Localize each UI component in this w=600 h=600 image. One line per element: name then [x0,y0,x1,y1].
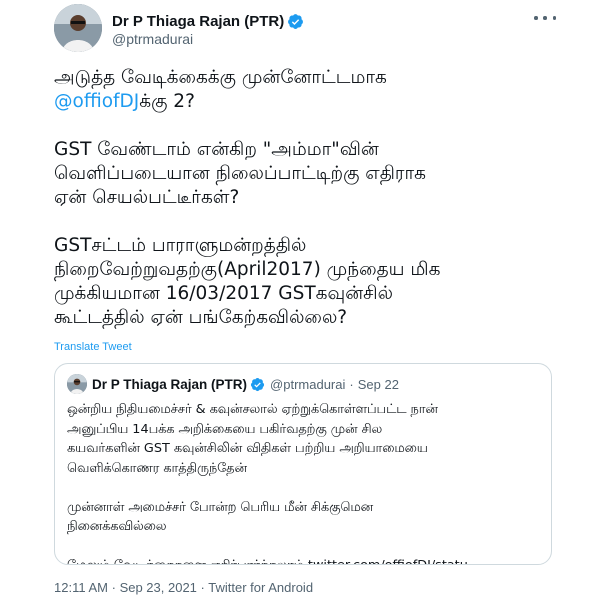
tweet-line: GSTசட்டம் பாராளுமன்றத்தில் [54,235,307,256]
tweet-time[interactable]: 12:11 AM [54,580,108,595]
tweet-line: வெளிப்படையான நிலைப்பாட்டிற்கு எதிராக [54,163,426,184]
profile-photo-icon [54,4,102,52]
author-name-line[interactable]: Dr P Thiaga Rajan (PTR) [112,11,304,31]
quoted-line: அனுப்பிய 14பக்க அறிக்கையை பகிர்வதற்கு மு… [67,421,383,437]
mention-link[interactable]: @offiofDJ [54,91,139,112]
tweet-metadata: 12:11 AM · Sep 23, 2021 · Twitter for An… [54,580,313,595]
tweet-paragraph: அடுத்த வேடிக்கைக்கு முன்னோட்டமாக @offiof… [54,66,554,114]
tweet-line: நிறைவேற்றுவதற்கு(April2017) முந்தைய மிக [54,259,441,280]
quoted-display-name: Dr P Thiaga Rajan (PTR) [92,376,248,392]
profile-photo-icon [67,374,87,394]
tweet-paragraph: GST வேண்டாம் என்கிற "அம்மா"வின் வெளிப்பட… [54,138,554,210]
tweet-paragraph: GSTசட்டம் பாராளுமன்றத்தில் நிறைவேற்றுவதற… [54,234,554,330]
tweet-mention-line: @offiofDJக்கு 2? [54,90,554,114]
meta-separator: · [111,580,116,595]
quoted-timestamp: Sep 22 [357,376,399,392]
tweet-line: அடுத்த வேடிக்கைக்கு முன்னோட்டமாக [54,67,387,88]
quoted-paragraph: ஒன்றிய நிதியமைச்சர் & கவுன்சலால் ஏற்றுக்… [67,400,543,478]
quoted-tweet-header: Dr P Thiaga Rajan (PTR) @ptrmadurai · Se… [67,374,399,394]
quoted-line: வெளிக்கொணர காத்திருந்தேன் [67,460,247,476]
mention-suffix: க்கு 2? [139,91,195,112]
tweet: Dr P Thiaga Rajan (PTR) @ptrmadurai அடுத… [0,0,600,600]
more-dot [534,16,538,20]
tweet-source[interactable]: Twitter for Android [208,580,313,595]
tweet-date[interactable]: Sep 23, 2021 [120,580,197,595]
meta-separator: · [200,580,205,595]
tweet-line: முக்கியமான 16/03/2017 GSTகவுன்சில் [54,283,393,304]
quoted-paragraph: முன்னாள் அமைச்சர் போன்ற பெரிய மீன் சிக்க… [67,498,543,537]
more-options-icon[interactable] [534,10,556,26]
quoted-line: மேலும் வேடிக்கைகளை எதிர்பார்க்கலாம் twit… [67,556,543,564]
verified-badge-icon [288,13,304,29]
avatar[interactable] [54,4,102,52]
quoted-line: நினைக்கவில்லை [67,519,167,534]
tweet-line: GST வேண்டாம் என்கிற "அம்மா"வின் [54,139,379,160]
quoted-line: கயவர்களின் GST கவுன்சிலின் விதிகள் பற்றி… [67,441,428,456]
quoted-tweet[interactable]: Dr P Thiaga Rajan (PTR) @ptrmadurai · Se… [54,363,552,565]
author-display-name[interactable]: Dr P Thiaga Rajan (PTR) [112,13,284,30]
more-dot [543,16,547,20]
quoted-handle: @ptrmadurai [270,376,346,392]
translate-tweet-link[interactable]: Translate Tweet [54,341,132,353]
more-dot [552,16,556,20]
tweet-line: ஏன் செயல்பட்டீர்கள்? [54,187,240,208]
author-handle[interactable]: @ptrmadurai [112,31,193,47]
quoted-avatar [67,374,87,394]
quoted-line: முன்னாள் அமைச்சர் போன்ற பெரிய மீன் சிக்க… [67,499,374,515]
quoted-tweet-text: ஒன்றிய நிதியமைச்சர் & கவுன்சலால் ஏற்றுக்… [67,400,543,564]
tweet-header: Dr P Thiaga Rajan (PTR) @ptrmadurai [54,4,600,56]
quoted-separator: · [349,376,354,392]
verified-badge-icon [250,377,265,391]
tweet-line: கூட்டத்தில் ஏன் பங்கேற்கவில்லை? [54,307,348,328]
tweet-text: அடுத்த வேடிக்கைக்கு முன்னோட்டமாக @offiof… [54,66,554,330]
quoted-paragraph: மேலும் வேடிக்கைகளை எதிர்பார்க்கலாம் twit… [67,556,543,564]
quoted-line: ஒன்றிய நிதியமைச்சர் & கவுன்சலால் ஏற்றுக்… [67,402,438,417]
